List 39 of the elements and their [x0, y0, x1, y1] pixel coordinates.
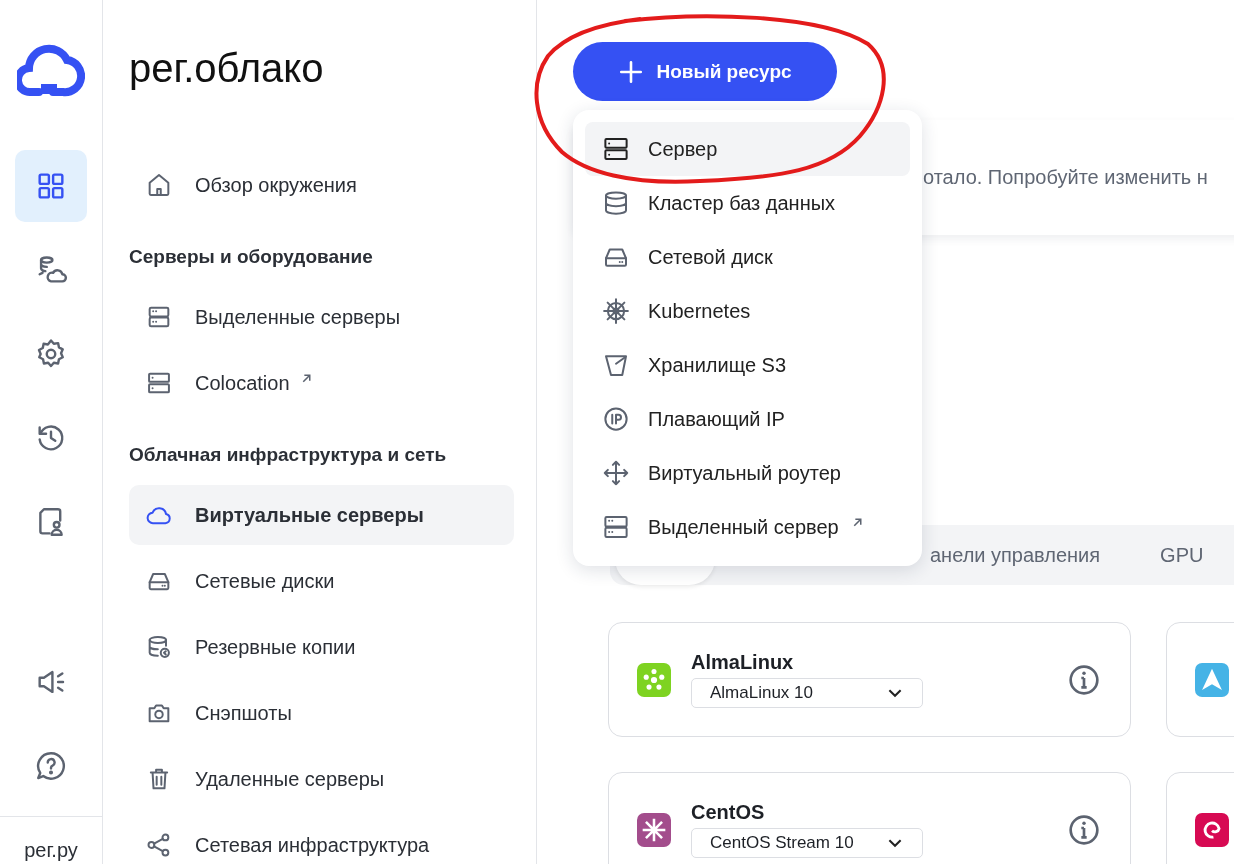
- menu-item[interactable]: Выделенный сервер: [585, 500, 910, 554]
- sidebar-item[interactable]: Colocation: [129, 353, 514, 413]
- menu-item[interactable]: Сетевой диск: [585, 230, 910, 284]
- version-select[interactable]: CentOS Stream 10: [691, 828, 923, 858]
- grid-button[interactable]: [15, 150, 87, 222]
- menu-item[interactable]: Kubernetes: [585, 284, 910, 338]
- section-heading: Серверы и оборудование: [129, 245, 374, 269]
- new-resource-button[interactable]: Новый ресурс: [573, 42, 837, 101]
- move-arrows-icon: [601, 458, 631, 488]
- tab[interactable]: анели управления: [930, 543, 1101, 567]
- menu-item[interactable]: Кластер баз данных: [585, 176, 910, 230]
- info-icon[interactable]: [1068, 663, 1100, 696]
- sidebar-item[interactable]: Выделенные серверы: [129, 287, 514, 347]
- sidebar-item[interactable]: Резервные копии: [129, 617, 514, 677]
- tab[interactable]: GPU: [1160, 543, 1204, 567]
- sidebar-item[interactable]: Сетевые диски: [129, 551, 514, 611]
- menu-item[interactable]: Виртуальный роутер: [585, 446, 910, 500]
- sidebar-item[interactable]: Снэпшоты: [129, 683, 514, 743]
- brand-name: рег.облако: [129, 45, 325, 92]
- os-card[interactable]: AlmaLinux AlmaLinux 10: [608, 622, 1131, 737]
- help-icon: [34, 749, 68, 783]
- os-name: CentOS: [691, 801, 766, 824]
- sidebar-item[interactable]: Удаленные серверы: [129, 749, 514, 809]
- menu-item[interactable]: Хранилище S3: [585, 338, 910, 392]
- section-heading: Облачная инфраструктура и сеть: [129, 443, 448, 467]
- ip-icon: [601, 404, 631, 434]
- os-name: AlmaLinux: [691, 651, 795, 674]
- plus-icon: [618, 58, 645, 85]
- helm-wheel-icon: [601, 296, 631, 326]
- menu-item[interactable]: Плавающий IP: [585, 392, 910, 446]
- sidebar-item[interactable]: Обзор окружения: [129, 155, 514, 215]
- notice-text: отало. Попробуйте изменить н: [923, 166, 1208, 189]
- info-icon[interactable]: [1068, 813, 1100, 846]
- version-select[interactable]: AlmaLinux 10: [691, 678, 923, 708]
- menu-item[interactable]: Сервер: [585, 122, 910, 176]
- footer-link[interactable]: рег.ру: [24, 839, 78, 864]
- sidebar-item[interactable]: Виртуальные серверы: [129, 485, 514, 545]
- sidebar-item[interactable]: Сетевая инфраструктура: [129, 815, 514, 864]
- os-card[interactable]: CentOS CentOS Stream 10: [608, 772, 1131, 864]
